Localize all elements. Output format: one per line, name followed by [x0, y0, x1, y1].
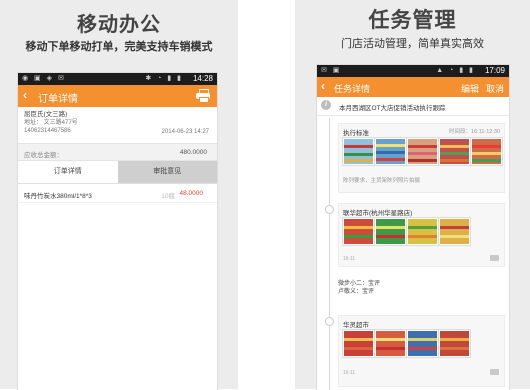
photo-thumbnail[interactable] — [407, 330, 438, 357]
status-bar: ✉ ▣ ▲ ◔ ▮ ▮ 17:09 — [317, 65, 509, 77]
card-title: 执行标准 — [343, 130, 369, 137]
order-datetime: 2014-06-23 14:27 — [161, 129, 209, 135]
promo-subtitle: 移动下单移动打单，完美支持车销模式 — [25, 41, 213, 53]
promo-subtitle: 门店活动管理，简单真实高效 — [341, 38, 484, 50]
reply-line: 微步小二：宝评 — [338, 281, 381, 287]
comment-icon[interactable] — [490, 369, 499, 375]
promo-panel-left: 移动办公 移动下单移动打单，完美支持车销模式 ◉ ▣ ◈ ✉ ✱ ◔ ▮ ▮ 1… — [0, 0, 238, 390]
item-price: 48.0000 — [179, 190, 204, 197]
tab-order-detail[interactable]: 订单详情 — [18, 161, 118, 183]
card-title: 华灵超市 — [343, 322, 369, 329]
amount-label: 应收总金额： — [24, 152, 63, 159]
back-arrow-icon[interactable]: ‹ — [23, 88, 27, 102]
timeline-dot — [325, 317, 334, 326]
reply-line: 卢敬义：宝评 — [338, 289, 375, 295]
signal-icons: ✱ ◔ ▮ ▮ — [145, 75, 183, 82]
photo-thumbnail[interactable] — [439, 138, 470, 165]
card-title: 联华超市(杭州华星路店) — [343, 210, 413, 217]
task-title: 本月西湖区OT大店促销活动执行跟踪 — [339, 105, 446, 112]
phone-screen-task-detail: ✉ ▣ ▲ ◔ ▮ ▮ 17:09 ‹ 任务详情 编辑 取消 i 本月西湖区OT… — [316, 64, 510, 390]
item-name: 味丹竹炭水380ml/1*8*3 — [24, 193, 92, 200]
photo-thumbnail[interactable] — [375, 218, 406, 245]
timeline-line — [329, 118, 330, 390]
app-bar: ‹ 订单详情 — [18, 85, 217, 107]
back-arrow-icon[interactable]: ‹ — [321, 79, 325, 93]
card-footer-time: 16:11 — [343, 370, 356, 376]
comment-icon[interactable] — [490, 255, 499, 261]
list-item[interactable]: 味丹竹炭水380ml/1*8*3 10瓶 48.0000 — [18, 184, 217, 203]
task-header: i 本月西湖区OT大店促销活动执行跟踪 — [317, 97, 509, 116]
status-time: 14:28 — [192, 74, 213, 83]
notification-icons: ◉ ▣ ◈ ✉ — [22, 75, 66, 82]
edit-button[interactable]: 编辑 — [461, 82, 479, 95]
tab-approval[interactable]: 审批意见 — [117, 161, 217, 183]
customer-info: 屈臣氏(文三路) 地址： 文三路477号 14062314467586 2014… — [18, 107, 217, 144]
app-bar-title: 任务详情 — [334, 84, 371, 94]
card-note: 陈列要求，主货架陈列照片拍摄 — [343, 178, 421, 184]
photo-thumbnail[interactable] — [407, 138, 438, 165]
photo-thumbnail[interactable] — [439, 330, 470, 357]
signal-icons: ▲ ◔ ▮ ▮ — [436, 67, 475, 74]
promo-panel-right: 任务管理 门店活动管理，简单真实高效 ✉ ▣ ▲ ◔ ▮ ▮ 17:09 ‹ 任… — [295, 0, 530, 390]
cancel-button[interactable]: 取消 — [486, 82, 504, 95]
detail-tabs: 订单详情 审批意见 — [18, 161, 217, 184]
photo-thumbnail[interactable] — [375, 330, 406, 357]
timeline-card[interactable]: 华灵超市 16:11 — [338, 315, 505, 387]
photo-thumbnail[interactable] — [407, 218, 438, 245]
photo-thumbnail[interactable] — [375, 138, 406, 165]
info-icon: i — [321, 100, 331, 110]
photo-thumbnail[interactable] — [343, 138, 374, 165]
customer-name: 屈臣氏(文三路) — [24, 111, 68, 118]
customer-address: 地址： 文三路477号 — [24, 120, 78, 126]
promo-title: 移动办公 — [77, 14, 161, 36]
timeline-dot — [325, 205, 334, 214]
promo-title: 任务管理 — [368, 9, 457, 32]
photo-thumbnail[interactable] — [439, 218, 470, 245]
card-footer-time: 16:11 — [343, 256, 356, 262]
photo-thumbnail[interactable] — [471, 138, 502, 165]
reply-block: 微步小二：宝评 卢敬义：宝评 — [338, 280, 380, 296]
notification-icons: ✉ ▣ — [321, 67, 342, 74]
amount-row: 应收总金额： 480.0000 — [18, 144, 217, 161]
status-bar: ◉ ▣ ◈ ✉ ✱ ◔ ▮ ▮ 14:28 — [18, 73, 217, 85]
card-time: 时间段：16:11-12:30 — [449, 129, 500, 135]
item-qty: 10瓶 — [161, 193, 175, 200]
app-bar-title: 订单详情 — [38, 94, 78, 105]
printer-icon[interactable] — [196, 89, 210, 103]
amount-value: 480.0000 — [179, 149, 207, 156]
photo-thumbnail[interactable] — [343, 330, 374, 357]
app-bar: ‹ 任务详情 编辑 取消 — [317, 77, 509, 97]
phone-screen-order-detail: ◉ ▣ ◈ ✉ ✱ ◔ ▮ ▮ 14:28 ‹ 订单详情 屈臣氏(文三路) 地址… — [17, 72, 218, 390]
timeline-card[interactable]: 联华超市(杭州华星路店) 16:11 — [338, 203, 505, 267]
status-time: 17:09 — [484, 66, 505, 75]
timeline-card[interactable]: 执行标准 时间段：16:11-12:30 陈列要求，主货架陈列照片拍摄 — [338, 123, 505, 193]
photo-thumbnail[interactable] — [343, 218, 374, 245]
